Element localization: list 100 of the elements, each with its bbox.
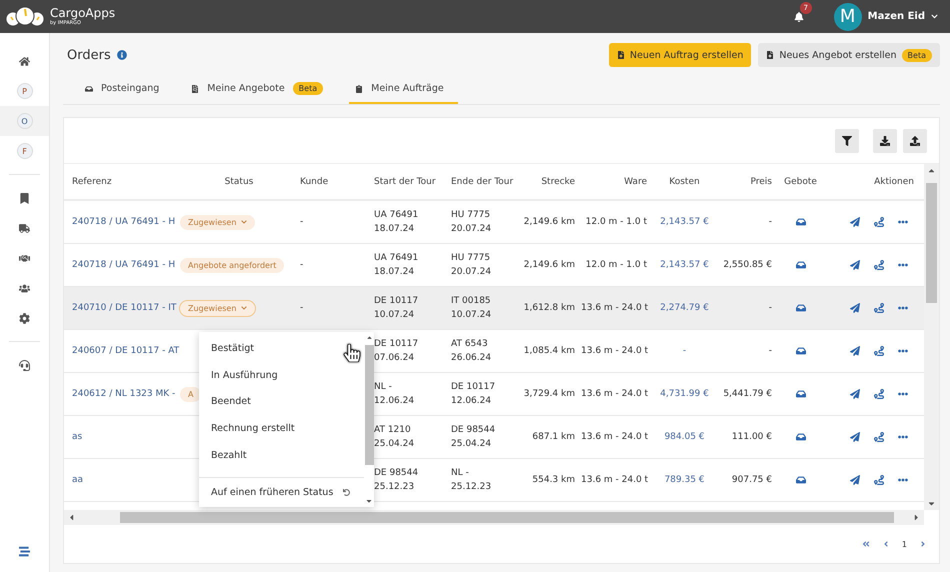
column-header[interactable]: Kunde <box>300 176 374 186</box>
sidebar-item[interactable]: P <box>0 76 49 106</box>
inbox-icon[interactable] <box>796 260 806 270</box>
send-icon[interactable] <box>850 346 860 356</box>
send-icon[interactable] <box>850 432 860 442</box>
inbox-icon[interactable] <box>796 346 806 356</box>
document-icon <box>191 84 200 92</box>
route-icon[interactable] <box>874 389 884 399</box>
column-header[interactable]: Aktionen <box>823 176 918 186</box>
route-icon[interactable] <box>874 260 884 270</box>
table-cell-text: DE 10117 <box>374 296 420 306</box>
column-header[interactable]: Gebote <box>778 176 823 186</box>
order-reference-link[interactable]: aa <box>72 475 178 485</box>
route-icon[interactable] <box>874 432 884 442</box>
column-header[interactable]: Ende der Tour <box>451 176 521 186</box>
cost-link[interactable]: 2,274.79 € <box>653 303 716 313</box>
sidebar-item[interactable]: O <box>0 106 49 136</box>
table-cell-text: DE 98544 <box>451 425 496 435</box>
table-cell-text: 13.6 m - 24.0 t <box>581 475 650 485</box>
user-avatar[interactable]: M <box>834 2 862 30</box>
tab[interactable]: Posteingang <box>79 75 174 104</box>
status-badge: A <box>180 386 202 402</box>
table-cell-text: 13.6 m - 24.0 t <box>581 346 650 356</box>
chevron-down-icon[interactable] <box>931 13 938 20</box>
inbox-icon[interactable] <box>796 303 806 313</box>
table-cell-text: 5,441.79 € <box>722 389 773 399</box>
order-reference-link[interactable]: 240718 / UA 76491 - H <box>72 217 178 227</box>
route-icon[interactable] <box>874 217 884 227</box>
order-reference-link[interactable]: as <box>72 432 178 442</box>
previous-page-icon[interactable] <box>882 540 890 548</box>
order-reference-link[interactable]: 240710 / DE 10117 - IT <box>72 303 178 313</box>
route-icon[interactable] <box>874 346 884 356</box>
table-cell-text: 907.75 € <box>730 475 773 485</box>
column-header[interactable]: Kosten <box>653 176 716 186</box>
vertical-scrollbar[interactable] <box>924 164 939 510</box>
create-order-button[interactable]: Neuen Auftrag erstellen <box>608 43 752 67</box>
table-cell-text: AT 1210 <box>374 425 412 435</box>
order-reference-link[interactable]: 240612 / NL 1323 MK - <box>72 389 178 399</box>
bell-icon[interactable] <box>794 12 804 22</box>
cost-link[interactable]: 789.35 € <box>653 475 716 485</box>
cost-link[interactable]: 2,143.57 € <box>653 260 716 270</box>
menu-item[interactable]: Rechnung erstellt <box>199 415 364 442</box>
scroll-down-icon[interactable] <box>365 497 373 505</box>
table-cell-text: 20.07.24 <box>451 224 492 234</box>
tab[interactable]: Meine Aufträge <box>349 75 458 104</box>
cost-link[interactable]: 4,731.99 € <box>653 389 716 399</box>
previous-status-item[interactable]: Auf einen früheren Status <box>199 477 364 507</box>
order-reference-link[interactable]: 240718 / UA 76491 - H <box>72 260 178 270</box>
table-cell-text: 12.06.24 <box>374 396 416 406</box>
info-icon[interactable] <box>116 50 127 60</box>
table-cell-text: 2,550.85 € <box>722 260 773 270</box>
send-icon[interactable] <box>850 303 860 313</box>
table-cell-text: - <box>768 346 773 356</box>
upload-button[interactable] <box>903 128 927 152</box>
download-button[interactable] <box>873 128 897 152</box>
menu-item[interactable]: Beendet <box>199 388 364 416</box>
column-header[interactable]: Referenz <box>72 176 178 186</box>
cost-link[interactable]: 984.05 € <box>653 432 716 442</box>
send-icon[interactable] <box>850 260 860 270</box>
scroll-up-icon[interactable] <box>366 334 372 341</box>
column-header[interactable]: Preis <box>716 176 778 186</box>
column-header[interactable]: Status <box>178 176 300 186</box>
table-row[interactable]: 240710 / DE 10117 - IT Zugewiesen - DE 10117 10.07.24 IT 00185 10.07.24 1,612.8 km 13.6 m - 24.0 t 2,274.79 € - <box>64 287 924 330</box>
next-page-icon[interactable] <box>919 540 927 548</box>
tab[interactable]: Meine Angebote Beta <box>185 75 338 104</box>
route-icon[interactable] <box>874 303 884 313</box>
table-cell-text: 12.06.24 <box>451 396 492 406</box>
table-cell-text: NL - <box>451 468 470 478</box>
inbox-icon[interactable] <box>796 217 806 227</box>
send-icon[interactable] <box>850 217 860 227</box>
clipboard-icon <box>355 84 364 92</box>
hand-pointer-icon <box>343 344 361 362</box>
page-number[interactable]: 1 <box>902 540 907 548</box>
inbox-icon[interactable] <box>796 389 806 399</box>
cost-link[interactable]: - <box>653 346 716 356</box>
table-cell-text: 111.00 € <box>730 432 773 442</box>
menu-icon[interactable] <box>19 546 30 556</box>
send-icon[interactable] <box>850 475 860 485</box>
table-cell-text: DE 10117 <box>451 382 496 392</box>
column-header[interactable]: Ware <box>581 176 653 186</box>
horizontal-scrollbar[interactable] <box>64 510 924 525</box>
column-header[interactable]: Start der Tour <box>374 176 451 186</box>
user-name[interactable]: Mazen Eid <box>868 11 925 22</box>
table-cell-text: 20.07.24 <box>451 267 492 277</box>
cost-link[interactable]: 2,143.57 € <box>653 217 716 227</box>
sidebar-item[interactable]: F <box>0 136 49 166</box>
send-icon[interactable] <box>850 389 860 399</box>
create-offer-button[interactable]: Neues Angebot erstellen Beta <box>758 43 940 67</box>
route-icon[interactable] <box>874 475 884 485</box>
inbox-icon[interactable] <box>796 432 806 442</box>
app-title: CargoApps <box>50 6 116 20</box>
order-reference-link[interactable]: 240607 / DE 10117 - AT <box>72 346 178 356</box>
filter-button[interactable] <box>835 128 859 152</box>
table-cell-text: 25.12.23 <box>374 482 416 492</box>
table-cell-text: 687.1 km <box>531 432 576 442</box>
inbox-icon[interactable] <box>796 475 806 485</box>
menu-item[interactable]: Bestätigt <box>199 335 364 362</box>
column-header[interactable]: Strecke <box>521 176 581 186</box>
first-page-icon[interactable] <box>862 540 870 548</box>
table-cell-text: - <box>768 303 773 313</box>
